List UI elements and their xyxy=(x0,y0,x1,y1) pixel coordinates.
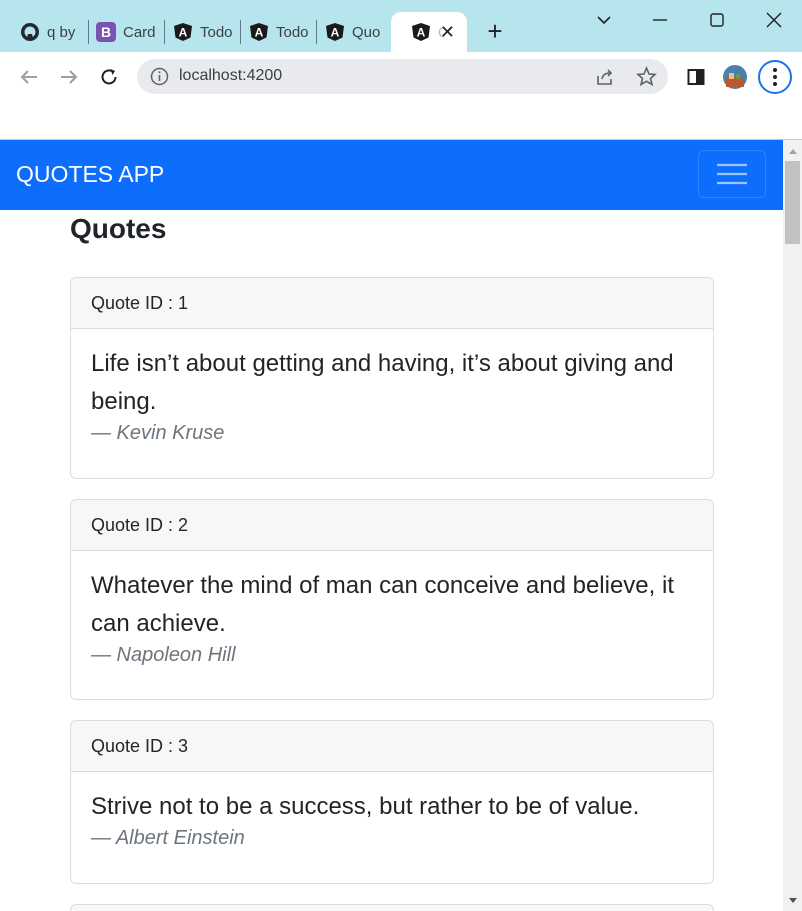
browser-toolbar: localhost:4200 xyxy=(0,52,802,102)
github-icon xyxy=(20,22,40,42)
quote-card-body: Life isn’t about getting and having, it’… xyxy=(71,329,713,445)
browser-tab-1[interactable]: q by xyxy=(0,12,88,52)
quote-card-header: Quote ID : 3 xyxy=(71,721,713,772)
profile-avatar-icon[interactable] xyxy=(722,64,748,90)
svg-text:A: A xyxy=(417,26,426,40)
angular-icon: A xyxy=(249,22,269,42)
star-icon[interactable] xyxy=(636,65,657,92)
quote-card: Quote ID : 1 Life isn’t about getting an… xyxy=(70,277,714,479)
tab-search-icon[interactable] xyxy=(592,8,616,32)
address-bar[interactable]: localhost:4200 xyxy=(137,59,668,94)
svg-text:A: A xyxy=(179,26,188,40)
tab-title: Todo xyxy=(276,23,309,41)
forward-arrow-icon[interactable] xyxy=(56,64,82,90)
maximize-icon[interactable] xyxy=(705,8,729,32)
quote-author: — Kevin Kruse xyxy=(91,422,225,444)
quote-author: — Napoleon Hill xyxy=(91,644,236,666)
scroll-down-arrow-icon[interactable] xyxy=(783,892,802,909)
quote-card-header: Quote ID : 2 xyxy=(71,500,713,551)
navbar-toggler-button[interactable] xyxy=(698,150,766,198)
quote-text: Strive not to be a success, but rather t… xyxy=(91,793,640,820)
page-title: Quotes xyxy=(70,213,167,244)
svg-text:A: A xyxy=(255,26,264,40)
browser-tab-4[interactable]: A Todo xyxy=(229,12,317,52)
minimize-icon[interactable] xyxy=(648,8,672,32)
menu-kebab-icon[interactable] xyxy=(758,60,792,94)
tab-title: Quo xyxy=(352,23,381,41)
new-tab-icon[interactable]: + xyxy=(482,18,508,45)
quote-card: Quote ID : 2 Whatever the mind of man ca… xyxy=(70,499,714,700)
quote-card: Quote ID : 3 Strive not to be a success,… xyxy=(70,720,714,884)
tab-title: Card xyxy=(123,23,156,41)
angular-icon: A xyxy=(325,22,345,42)
navbar-brand[interactable]: QUOTES APP xyxy=(16,161,164,188)
quote-card-header: Quote ID : 1 xyxy=(71,278,713,329)
navbar: QUOTES APP xyxy=(0,140,783,210)
scroll-up-arrow-icon[interactable] xyxy=(783,142,802,159)
toolbar-spacer xyxy=(0,102,802,140)
close-icon[interactable]: ✕ xyxy=(440,22,455,43)
tab-title: Todo xyxy=(200,23,233,41)
window-close-icon[interactable] xyxy=(762,8,786,32)
page-viewport: QUOTES APP Quotes Quote ID : 1 Life isn’… xyxy=(0,140,783,911)
info-icon[interactable] xyxy=(150,67,169,91)
quote-card-partial xyxy=(70,904,714,911)
reload-icon[interactable] xyxy=(96,64,122,90)
quote-card-body: Strive not to be a success, but rather t… xyxy=(71,772,713,850)
tab-title: q by xyxy=(47,23,76,41)
quote-text: Whatever the mind of man can conceive an… xyxy=(91,572,674,637)
browser-tab-3[interactable]: A Todo xyxy=(153,12,241,52)
page-scrollbar[interactable] xyxy=(783,140,802,911)
side-panel-icon[interactable] xyxy=(683,64,709,90)
bootstrap-icon: B xyxy=(96,22,116,42)
quote-card-body: Whatever the mind of man can conceive an… xyxy=(71,551,713,667)
svg-text:B: B xyxy=(101,24,111,40)
share-icon[interactable] xyxy=(595,67,615,92)
browser-tab-5[interactable]: A Quo xyxy=(305,12,389,52)
browser-tab-2[interactable]: B Card xyxy=(76,12,164,52)
svg-text:A: A xyxy=(331,26,340,40)
angular-icon: A xyxy=(411,22,431,42)
hamburger-icon xyxy=(717,163,747,185)
quote-text: Life isn’t about getting and having, it’… xyxy=(91,350,674,415)
quote-author: — Albert Einstein xyxy=(91,827,245,849)
url-text: localhost:4200 xyxy=(179,67,283,84)
tab-strip: q by B Card A Todo A Todo A Quo A Q ✕ + xyxy=(0,0,802,52)
scrollbar-thumb[interactable] xyxy=(785,161,800,244)
browser-tab-active[interactable]: A Q ✕ xyxy=(391,12,467,52)
back-arrow-icon[interactable] xyxy=(16,64,42,90)
angular-icon: A xyxy=(173,22,193,42)
